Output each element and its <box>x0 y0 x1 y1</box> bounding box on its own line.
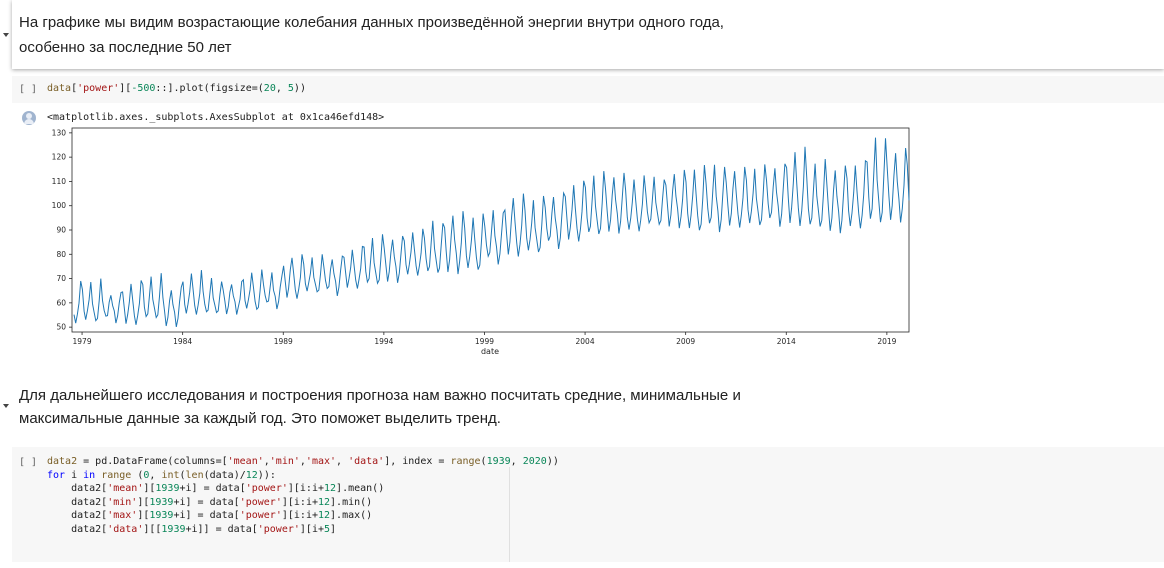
x-tick-label: 1994 <box>374 337 393 346</box>
y-tick-label: 70 <box>56 274 66 283</box>
code-editor[interactable]: data['power'][-500::].plot(figsize=(20, … <box>47 83 306 94</box>
plot-area-frame <box>71 127 910 333</box>
code-cell-2[interactable]: [ ] data2 = pd.DataFrame(columns=['mean'… <box>12 447 1164 562</box>
x-axis-label: date <box>481 347 499 356</box>
x-tick-label: 2014 <box>777 337 796 346</box>
run-cell-button[interactable]: [ ] <box>19 84 37 95</box>
y-tick-label: 100 <box>52 201 67 210</box>
y-tick-label: 50 <box>56 323 66 332</box>
x-axis-ticks: 1979 1984 1989 1994 1999 2004 2009 2014 2019 <box>73 332 897 346</box>
x-tick-label: 2009 <box>676 337 695 346</box>
y-tick-label: 120 <box>52 153 67 162</box>
collapse-section-icon[interactable] <box>3 404 9 408</box>
markdown-cell-2[interactable]: Для дальнейшего исследования и построени… <box>12 380 1164 440</box>
markdown-text-line-2: максимальные данные за каждый год. Это п… <box>19 410 501 427</box>
output-icon[interactable] <box>22 111 36 125</box>
markdown-cell-1[interactable]: На графике мы видим возрастающие колебан… <box>12 0 1164 69</box>
y-tick-label: 90 <box>56 226 66 235</box>
x-tick-label: 1984 <box>173 337 192 346</box>
code-editor[interactable]: data2 = pd.DataFrame(columns=['mean','mi… <box>47 455 559 536</box>
markdown-text-line-1: На графике мы видим возрастающие колебан… <box>19 14 724 31</box>
markdown-text-line-2: особенно за последние 50 лет <box>19 39 232 56</box>
x-tick-label: 2019 <box>877 337 896 346</box>
y-tick-label: 110 <box>52 177 67 186</box>
y-tick-label: 130 <box>52 128 67 137</box>
x-tick-label: 1989 <box>274 337 293 346</box>
x-tick-label: 2004 <box>576 337 595 346</box>
y-tick-label: 80 <box>56 250 66 259</box>
y-tick-label: 60 <box>56 298 66 307</box>
editor-ruler <box>509 467 510 562</box>
x-tick-label: 1979 <box>73 337 92 346</box>
y-axis-ticks: 50 60 70 80 90 100 110 120 130 <box>52 128 72 332</box>
run-cell-button[interactable]: [ ] <box>19 457 37 468</box>
collapse-section-icon[interactable] <box>3 33 9 37</box>
line-chart: 5060708090100110120130 1979 1984 1989 1994 1… <box>52 127 910 356</box>
code-cell-1[interactable]: [ ] data['power'][-500::].plot(figsize=(… <box>12 76 1164 103</box>
markdown-text-line-1: Для дальнейшего исследования и построени… <box>19 387 741 404</box>
x-tick-label: 1999 <box>475 337 494 346</box>
